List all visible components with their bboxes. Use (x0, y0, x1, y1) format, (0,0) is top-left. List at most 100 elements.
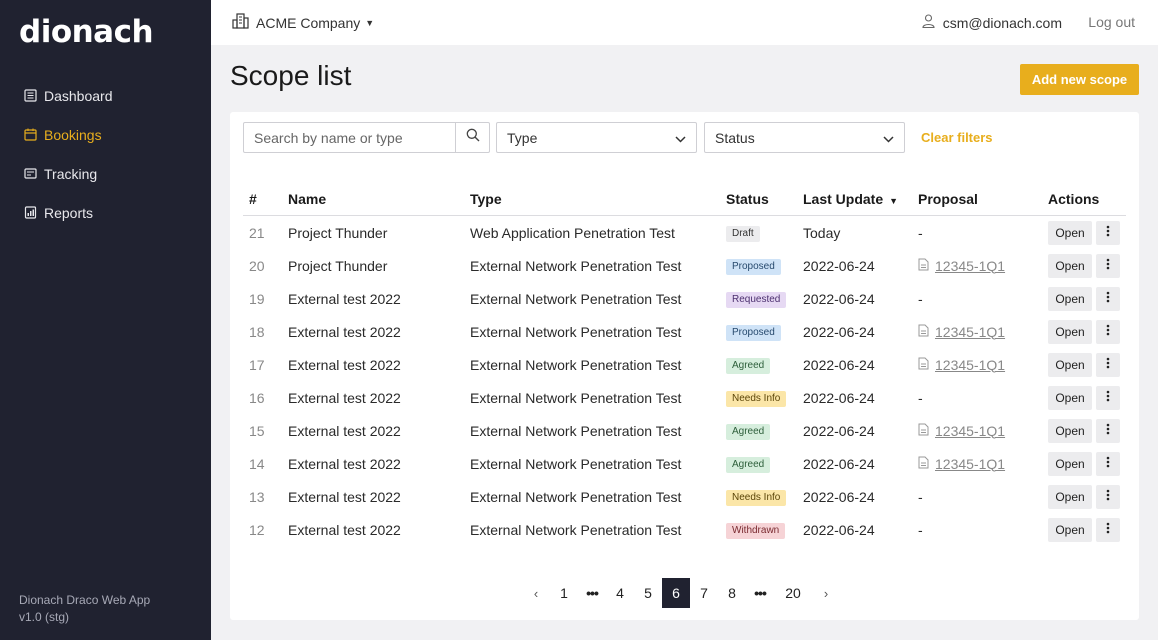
type-filter-select[interactable]: Type (496, 122, 697, 153)
sidebar-item-bookings[interactable]: Bookings (0, 115, 211, 154)
calendar-icon (24, 128, 37, 141)
search-button[interactable] (455, 123, 489, 152)
app-logo[interactable]: dionach (19, 14, 154, 50)
sidebar-item-dashboard[interactable]: Dashboard (0, 76, 211, 115)
more-actions-button[interactable] (1096, 319, 1120, 344)
building-icon (232, 13, 256, 32)
more-vertical-icon (1106, 489, 1110, 504)
pagination-page[interactable]: 7 (690, 578, 718, 608)
row-actions: Open (1048, 253, 1126, 278)
row-number: 16 (249, 389, 265, 406)
row-actions: Open (1048, 418, 1126, 443)
more-actions-button[interactable] (1096, 517, 1120, 542)
open-button[interactable]: Open (1048, 418, 1092, 443)
table-row: 13 External test 2022 External Network Pen… (243, 480, 1126, 513)
open-button[interactable]: Open (1048, 319, 1092, 344)
table-row: 18 External test 2022 External Network Pen… (243, 315, 1126, 348)
more-actions-button[interactable] (1096, 253, 1120, 278)
logout-link[interactable]: Log out (1088, 14, 1135, 30)
sidebar-item-tracking[interactable]: Tracking (0, 154, 211, 193)
sidebar-item-label: Bookings (44, 126, 102, 143)
status-badge: Requested (726, 292, 787, 308)
proposal-link-label: 12345-1Q1 (935, 257, 1006, 274)
open-button[interactable]: Open (1048, 220, 1092, 245)
row-status-cell: Agreed (726, 355, 803, 374)
column-header-status[interactable]: Status (726, 191, 803, 207)
pagination-next-button[interactable]: › (812, 578, 840, 608)
more-vertical-icon (1106, 390, 1110, 405)
proposal-link-label: 12345-1Q1 (935, 356, 1006, 373)
table-row: 16 External test 2022 External Network Pen… (243, 381, 1126, 414)
row-last-update: 2022-06-24 (803, 488, 875, 505)
row-actions: Open (1048, 220, 1126, 245)
pagination-prev-button[interactable]: ‹ (522, 578, 550, 608)
proposal-link[interactable]: 12345-1Q1 (918, 357, 1005, 373)
add-new-scope-button[interactable]: Add new scope (1020, 64, 1139, 95)
more-actions-button[interactable] (1096, 385, 1120, 410)
row-number: 15 (249, 422, 265, 439)
pagination-page[interactable]: 4 (606, 578, 634, 608)
row-name: External test 2022 (288, 455, 401, 472)
row-actions: Open (1048, 385, 1126, 410)
proposal-link[interactable]: 12345-1Q1 (918, 258, 1005, 274)
row-last-update: 2022-06-24 (803, 356, 875, 373)
search-input[interactable] (244, 123, 455, 152)
open-button[interactable]: Open (1048, 385, 1092, 410)
table-row: 21 Project Thunder Web Application Penetra… (243, 216, 1126, 249)
proposal-link[interactable]: 12345-1Q1 (918, 456, 1005, 472)
column-header-type[interactable]: Type (470, 191, 726, 207)
pagination-page[interactable]: 5 (634, 578, 662, 608)
proposal-link-label: 12345-1Q1 (935, 422, 1006, 439)
sidebar-item-label: Dashboard (44, 87, 113, 104)
row-status-cell: Agreed (726, 421, 803, 440)
proposal-link[interactable]: 12345-1Q1 (918, 423, 1005, 439)
row-number: 14 (249, 455, 265, 472)
app-version: v1.0 (stg) (19, 610, 70, 624)
row-number: 19 (249, 290, 265, 307)
row-name: External test 2022 (288, 389, 401, 406)
row-last-update: 2022-06-24 (803, 455, 875, 472)
more-actions-button[interactable] (1096, 286, 1120, 311)
open-button[interactable]: Open (1048, 484, 1092, 509)
clear-filters-link[interactable]: Clear filters (921, 130, 993, 145)
proposal-link[interactable]: 12345-1Q1 (918, 324, 1005, 340)
proposal-link-label: 12345-1Q1 (935, 323, 1006, 340)
more-actions-button[interactable] (1096, 418, 1120, 443)
pagination-page[interactable]: 1 (550, 578, 578, 608)
company-selector[interactable]: ACME Company ▼ (232, 13, 374, 32)
table-row: 20 Project Thunder External Network Penetr… (243, 249, 1126, 282)
more-actions-button[interactable] (1096, 484, 1120, 509)
open-button[interactable]: Open (1048, 352, 1092, 377)
row-proposal-cell: 12345-1Q1 (918, 258, 1048, 274)
more-actions-button[interactable] (1096, 220, 1120, 245)
row-actions: Open (1048, 517, 1126, 542)
column-header-actions: Actions (1048, 190, 1100, 207)
status-filter-select[interactable]: Status (704, 122, 905, 153)
pagination-page[interactable]: 8 (718, 578, 746, 608)
row-name: External test 2022 (288, 356, 401, 373)
more-vertical-icon (1106, 423, 1110, 438)
row-status-cell: Draft (726, 223, 803, 242)
row-type: External Network Penetration Test (470, 389, 682, 406)
column-header-name[interactable]: Name (288, 191, 470, 207)
row-number: 21 (249, 224, 265, 241)
table-row: 19 External test 2022 External Network Pen… (243, 282, 1126, 315)
row-type: External Network Penetration Test (470, 521, 682, 538)
open-button[interactable]: Open (1048, 286, 1092, 311)
more-actions-button[interactable] (1096, 352, 1120, 377)
row-actions: Open (1048, 319, 1126, 344)
row-name: External test 2022 (288, 521, 401, 538)
pagination-page[interactable]: 20 (774, 578, 812, 608)
user-info: csm@dionach.com (922, 14, 1062, 31)
open-button[interactable]: Open (1048, 517, 1092, 542)
row-proposal-cell: 12345-1Q1 (918, 423, 1048, 439)
app-version-info: Dionach Draco Web App v1.0 (stg) (19, 592, 150, 626)
open-button[interactable]: Open (1048, 253, 1092, 278)
open-button[interactable]: Open (1048, 451, 1092, 476)
more-vertical-icon (1106, 258, 1110, 273)
column-header-last-update[interactable]: Last Update ▼ (803, 191, 918, 207)
sidebar-item-reports[interactable]: Reports (0, 193, 211, 232)
sidebar-nav: Dashboard Bookings Tracking Reports (0, 76, 211, 232)
more-actions-button[interactable] (1096, 451, 1120, 476)
pagination-page[interactable]: 6 (662, 578, 690, 608)
